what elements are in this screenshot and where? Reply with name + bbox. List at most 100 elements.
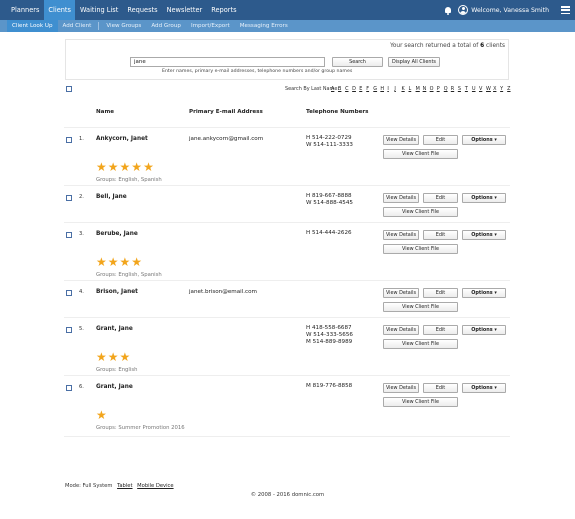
row-number: 2.	[79, 194, 84, 200]
row-checkbox[interactable]	[66, 137, 72, 143]
nav-requests[interactable]: Requests	[123, 0, 161, 20]
view-details-button[interactable]: View Details	[383, 135, 419, 145]
nav-clients[interactable]: Clients	[44, 0, 75, 20]
letter-filter-link[interactable]: M	[416, 86, 423, 92]
view-client-file-button[interactable]: View Client File	[383, 207, 458, 217]
row-number: 6.	[79, 384, 84, 390]
letter-filter-link[interactable]: G	[373, 86, 380, 92]
row-checkbox[interactable]	[66, 290, 72, 296]
letter-filter-link[interactable]: W	[486, 86, 493, 92]
edit-button[interactable]: Edit	[423, 193, 458, 203]
letter-filter-link[interactable]: B	[338, 86, 345, 92]
view-client-file-button[interactable]: View Client File	[383, 339, 458, 349]
client-name[interactable]: Grant, Jane	[96, 384, 133, 390]
letter-filter-link[interactable]: C	[345, 86, 352, 92]
letter-filter-link[interactable]: S	[458, 86, 465, 92]
column-header-phone: Telephone Numbers	[306, 109, 369, 115]
client-phone: H 514-222-0729	[306, 135, 352, 141]
letter-filter-link[interactable]: E	[359, 86, 366, 92]
letter-filter-link[interactable]: L	[409, 86, 416, 92]
bell-icon[interactable]	[444, 6, 452, 15]
view-details-button[interactable]: View Details	[383, 325, 419, 335]
letter-filter-link[interactable]: T	[465, 86, 472, 92]
search-input[interactable]	[130, 57, 325, 67]
clients-subnav: Client Look Up Add Client View Groups Ad…	[7, 20, 293, 32]
options-dropdown-button[interactable]: Options ▾	[462, 288, 506, 298]
subnav-add-client[interactable]: Add Client	[58, 20, 97, 32]
tablet-mode-link[interactable]: Tablet	[117, 483, 132, 489]
search-button[interactable]: Search	[332, 57, 383, 67]
subnav-client-look-up[interactable]: Client Look Up	[7, 20, 58, 32]
client-name[interactable]: Berube, Jane	[96, 231, 138, 237]
options-dropdown-button[interactable]: Options ▾	[462, 383, 506, 393]
view-client-file-button[interactable]: View Client File	[383, 397, 458, 407]
hamburger-menu-icon[interactable]	[561, 6, 570, 14]
subnav-messaging-errors[interactable]: Messaging Errors	[235, 20, 293, 32]
client-name[interactable]: Bell, Jane	[96, 194, 127, 200]
letter-filter-link[interactable]: F	[366, 86, 373, 92]
row-checkbox[interactable]	[66, 327, 72, 333]
client-groups: Groups: Summer Promotion 2016	[96, 425, 185, 431]
letter-filter-link[interactable]: R	[451, 86, 458, 92]
view-client-file-button[interactable]: View Client File	[383, 149, 458, 159]
mobile-mode-link[interactable]: Mobile Device	[137, 483, 173, 489]
client-phone: H 514-444-2626	[306, 230, 352, 236]
letter-filter-link[interactable]: Z	[507, 86, 514, 92]
letter-filter-link[interactable]: K	[401, 86, 408, 92]
letter-filter-link[interactable]: H	[380, 86, 387, 92]
options-dropdown-button[interactable]: Options ▾	[462, 135, 506, 145]
letter-filter-link[interactable]: Y	[500, 86, 507, 92]
letter-filter-link[interactable]: A	[331, 86, 338, 92]
view-details-button[interactable]: View Details	[383, 288, 419, 298]
letter-filter-link[interactable]: V	[479, 86, 486, 92]
row-checkbox[interactable]	[66, 385, 72, 391]
alphabet-filter: ABCDEFGHIJKLMNOPQRSTUVWXYZ	[331, 86, 514, 92]
subnav-import-export[interactable]: Import/Export	[186, 20, 235, 32]
edit-button[interactable]: Edit	[423, 135, 458, 145]
edit-button[interactable]: Edit	[423, 288, 458, 298]
nav-newsletter[interactable]: Newsletter	[163, 0, 207, 20]
client-name[interactable]: Brison, Janet	[96, 289, 138, 295]
nav-waiting-list[interactable]: Waiting List	[76, 0, 122, 20]
client-name[interactable]: Ankycorn, Janet	[96, 136, 148, 142]
client-name[interactable]: Grant, Jane	[96, 326, 133, 332]
star-icon: ★	[107, 350, 119, 364]
options-dropdown-button[interactable]: Options ▾	[462, 325, 506, 335]
letter-filter-link[interactable]: N	[423, 86, 430, 92]
star-icon: ★	[119, 255, 131, 269]
options-dropdown-button[interactable]: Options ▾	[462, 193, 506, 203]
view-details-button[interactable]: View Details	[383, 383, 419, 393]
subnav-view-groups[interactable]: View Groups	[101, 20, 146, 32]
subnav-add-group[interactable]: Add Group	[146, 20, 186, 32]
star-rating: ★ ★ ★ ★	[96, 256, 143, 268]
options-dropdown-button[interactable]: Options ▾	[462, 230, 506, 240]
view-client-file-button[interactable]: View Client File	[383, 302, 458, 312]
edit-button[interactable]: Edit	[423, 383, 458, 393]
edit-button[interactable]: Edit	[423, 230, 458, 240]
letter-filter-link[interactable]: D	[352, 86, 359, 92]
letter-filter-link[interactable]: Q	[444, 86, 451, 92]
row-checkbox[interactable]	[66, 232, 72, 238]
star-icon: ★	[96, 255, 107, 269]
welcome-text[interactable]: Welcome, Vanessa Smith	[471, 7, 549, 14]
select-all-checkbox[interactable]	[66, 86, 72, 92]
letter-filter-link[interactable]: P	[437, 86, 444, 92]
nav-reports[interactable]: Reports	[207, 0, 240, 20]
view-details-button[interactable]: View Details	[383, 193, 419, 203]
view-client-file-button[interactable]: View Client File	[383, 244, 458, 254]
client-email: jane.ankycorn@gmail.com	[189, 136, 264, 142]
letter-filter-link[interactable]: J	[394, 86, 401, 92]
main-nav: Planners Clients Waiting List Requests N…	[7, 0, 242, 20]
client-groups: Groups: English, Spanish	[96, 272, 162, 278]
user-avatar-icon[interactable]	[458, 5, 469, 15]
display-all-clients-button[interactable]: Display All Clients	[388, 57, 440, 67]
view-details-button[interactable]: View Details	[383, 230, 419, 240]
row-divider	[64, 185, 510, 186]
letter-filter-link[interactable]: U	[472, 86, 479, 92]
row-number: 4.	[79, 289, 84, 295]
edit-button[interactable]: Edit	[423, 325, 458, 335]
star-rating: ★ ★ ★	[96, 351, 131, 363]
nav-planners[interactable]: Planners	[7, 0, 43, 20]
row-checkbox[interactable]	[66, 195, 72, 201]
letter-filter-link[interactable]: O	[430, 86, 437, 92]
